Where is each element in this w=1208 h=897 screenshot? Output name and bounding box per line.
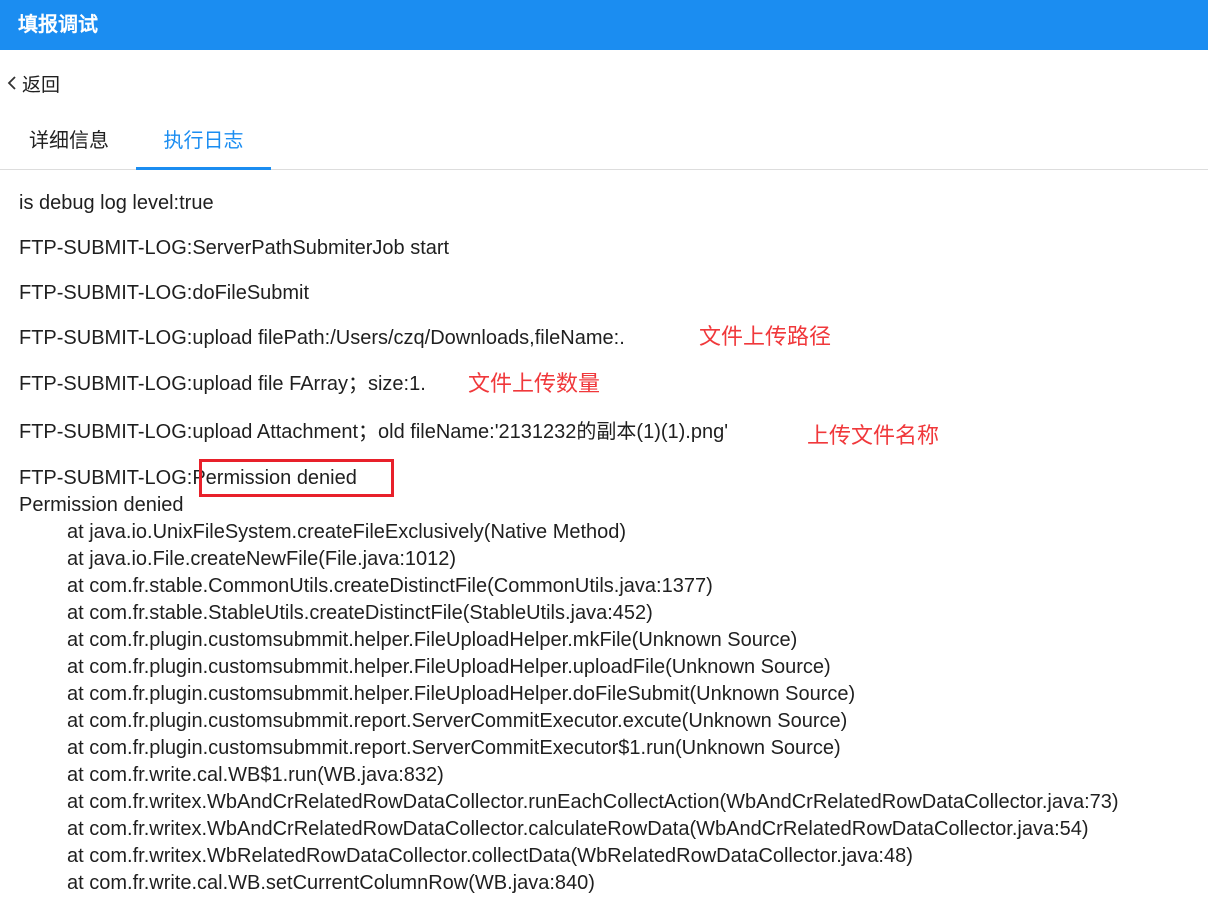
chevron-left-icon — [7, 76, 16, 90]
stack-trace-line: at com.fr.write.cal.WB$1.run(WB.java:832… — [67, 764, 444, 786]
log-line: FTP-SUBMIT-LOG:upload file FArray；size:1… — [19, 373, 426, 395]
log-line: FTP-SUBMIT-LOG:ServerPathSubmiterJob sta… — [19, 237, 450, 259]
stack-trace-line: at com.fr.plugin.customsubmmit.report.Se… — [67, 710, 848, 732]
tab-execution-log[interactable]: 执行日志 — [136, 118, 271, 170]
tab-details[interactable]: 详细信息 — [10, 118, 128, 170]
highlight-box — [199, 459, 394, 497]
stack-trace-line: at java.io.File.createNewFile(File.java:… — [67, 548, 457, 570]
stack-trace-line: at java.io.UnixFileSystem.createFileExcl… — [67, 521, 627, 543]
log-line: is debug log level:true — [19, 192, 214, 214]
back-button[interactable]: 返回 — [0, 66, 60, 100]
stack-trace-line: at com.fr.plugin.customsubmmit.helper.Fi… — [67, 656, 831, 678]
annotation-file-name: 上传文件名称 — [807, 423, 940, 448]
window-title: 填报调试 — [18, 14, 98, 36]
stack-trace-line: at com.fr.plugin.customsubmmit.helper.Fi… — [67, 629, 798, 651]
stack-trace-line: at com.fr.plugin.customsubmmit.helper.Fi… — [67, 683, 856, 705]
stack-trace-line: at com.fr.plugin.customsubmmit.report.Se… — [67, 737, 841, 759]
annotation-file-path: 文件上传路径 — [699, 324, 832, 349]
error-message: Permission denied — [19, 494, 184, 516]
stack-trace: at java.io.UnixFileSystem.createFileExcl… — [67, 519, 1119, 897]
stack-trace-line: at com.fr.writex.WbAndCrRelatedRowDataCo… — [67, 791, 1119, 813]
stack-trace-line: at com.fr.stable.StableUtils.createDisti… — [67, 602, 653, 624]
stack-trace-line: at com.fr.write.cal.WB.setCurrentColumnR… — [67, 872, 595, 894]
window-title-bar: 填报调试 — [0, 0, 1208, 50]
log-line: FTP-SUBMIT-LOG:upload Attachment；old fil… — [19, 421, 729, 443]
tab-bar: 详细信息 执行日志 — [0, 118, 1208, 170]
stack-trace-line: at com.fr.writex.WbRelatedRowDataCollect… — [67, 845, 913, 867]
back-label: 返回 — [22, 74, 61, 96]
stack-trace-line: at com.fr.writex.WbAndCrRelatedRowDataCo… — [67, 818, 1089, 840]
log-line: FTP-SUBMIT-LOG:upload filePath:/Users/cz… — [19, 327, 625, 349]
annotation-file-count: 文件上传数量 — [468, 371, 601, 396]
stack-trace-line: at com.fr.stable.CommonUtils.createDisti… — [67, 575, 713, 597]
log-line: FTP-SUBMIT-LOG:doFileSubmit — [19, 282, 310, 304]
